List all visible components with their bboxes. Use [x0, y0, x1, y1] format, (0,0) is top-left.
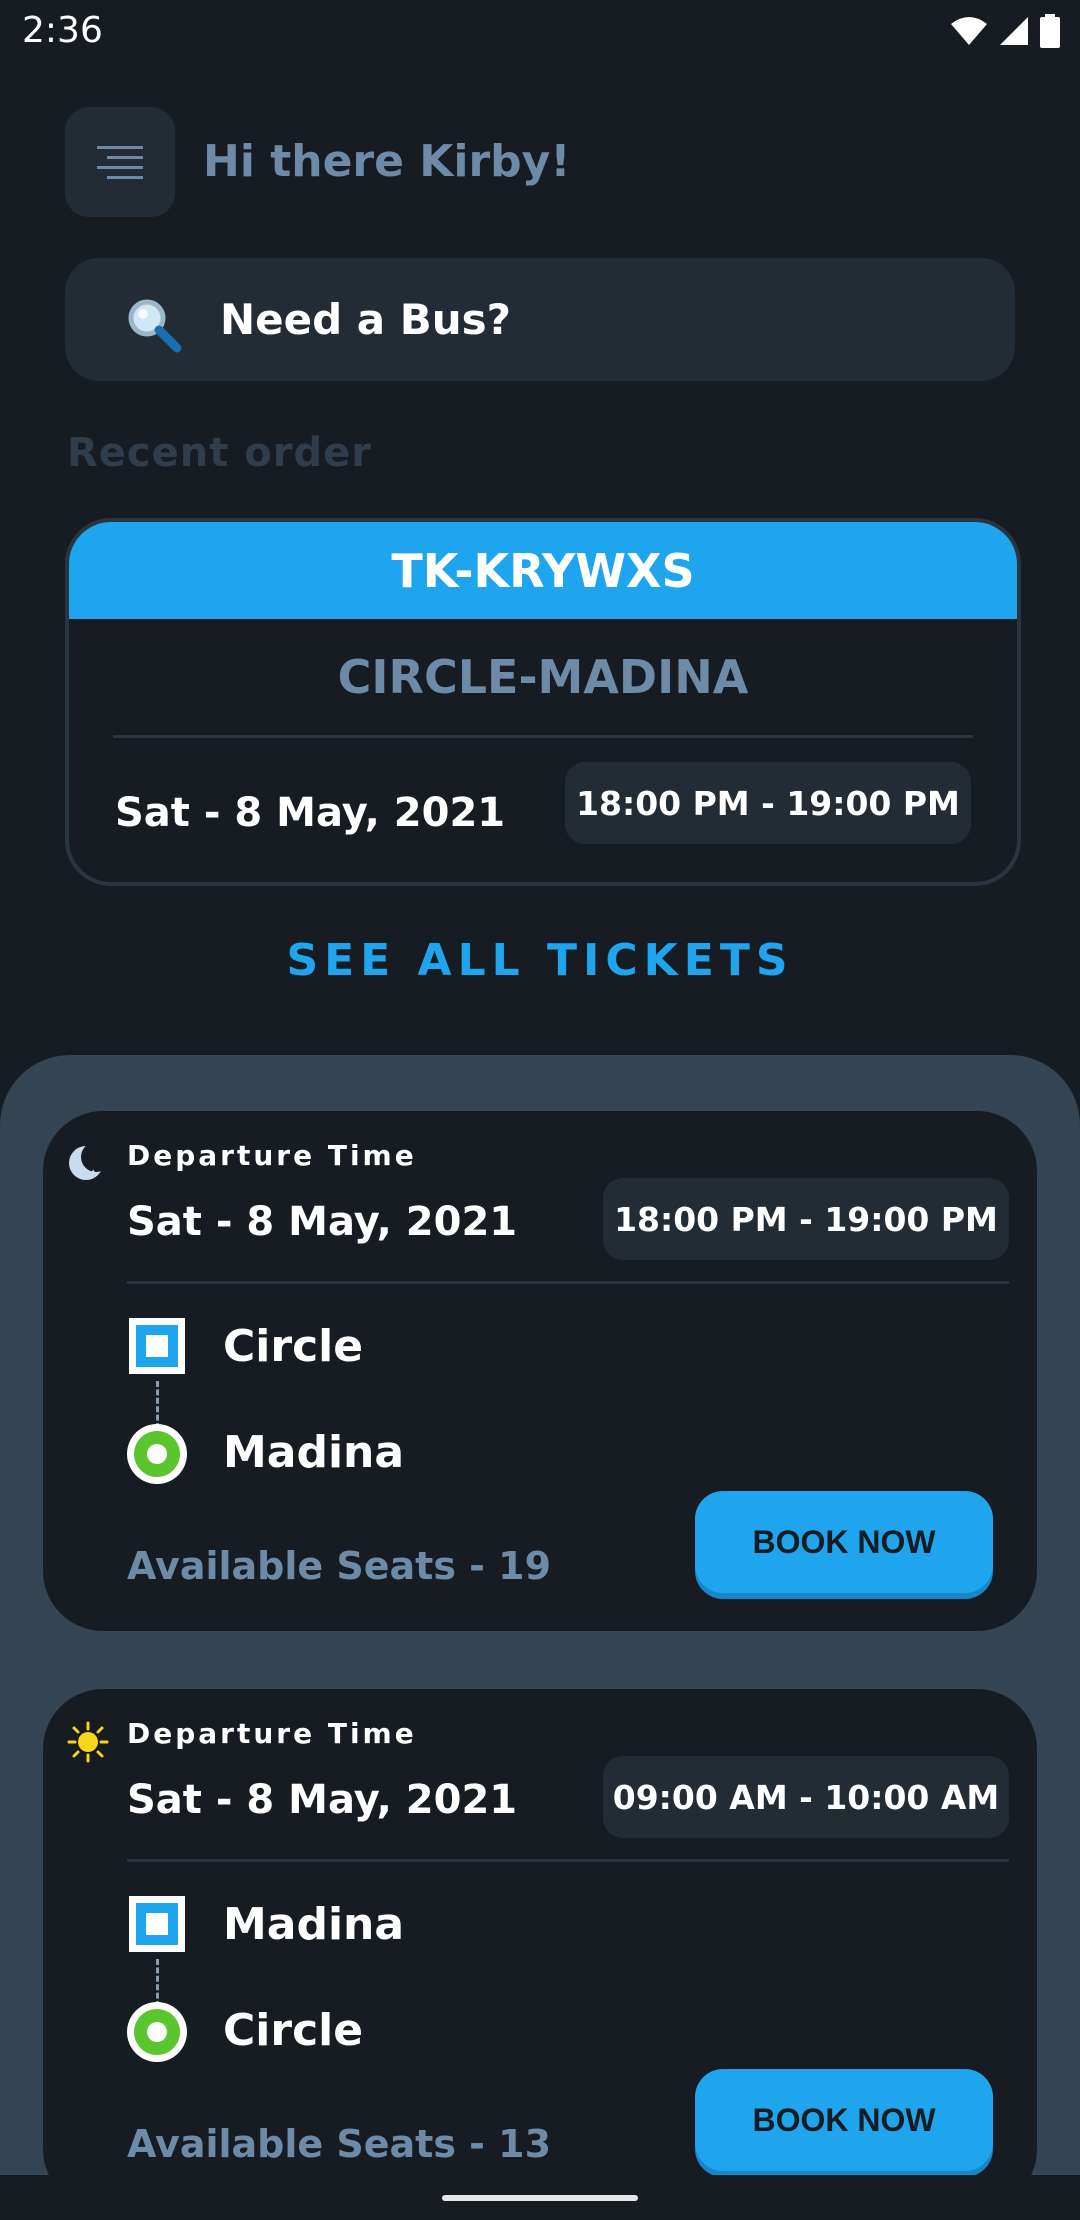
origin-stop-name: Circle	[223, 1321, 364, 1372]
divider	[127, 1281, 1009, 1284]
book-now-button[interactable]: BOOK NOW	[695, 1491, 993, 1593]
route-connector	[156, 1381, 159, 1429]
origin-stop-icon	[129, 1896, 185, 1952]
search-label: Need a Bus?	[220, 295, 512, 344]
ticket-header: TK-KRYWXS	[69, 522, 1017, 619]
departure-time-badge: 09:00 AM - 10:00 AM	[603, 1756, 1009, 1838]
trip-card[interactable]: ✦ Departure Time Sat - 8 May, 2021 18:00…	[43, 1111, 1037, 1631]
destination-stop-icon	[127, 1424, 187, 1484]
divider	[113, 735, 973, 738]
sun-icon	[67, 1721, 109, 1763]
origin-stop-icon	[129, 1318, 185, 1374]
navigation-bar	[0, 2175, 1080, 2220]
destination-stop-name: Madina	[223, 1427, 405, 1478]
menu-icon	[97, 146, 143, 179]
battery-icon	[1040, 14, 1060, 48]
available-seats: Available Seats - 19	[127, 1544, 552, 1588]
menu-button[interactable]	[65, 107, 175, 217]
departure-label: Departure Time	[127, 1139, 417, 1172]
status-time: 2:36	[22, 10, 103, 51]
departure-label: Departure Time	[127, 1717, 417, 1750]
available-seats: Available Seats - 13	[127, 2122, 552, 2166]
trip-card[interactable]: Departure Time Sat - 8 May, 2021 09:00 A…	[43, 1689, 1037, 2175]
svg-text:✦: ✦	[89, 1168, 97, 1179]
signal-icon	[1000, 17, 1028, 45]
ticket-code: TK-KRYWXS	[391, 543, 695, 598]
destination-stop-name: Circle	[223, 2005, 364, 2056]
ticket-date: Sat - 8 May, 2021	[115, 790, 506, 836]
status-bar: 2:36	[0, 0, 1080, 70]
home-gesture-handle[interactable]	[442, 2195, 638, 2201]
book-now-button[interactable]: BOOK NOW	[695, 2069, 993, 2171]
moon-icon: ✦	[69, 1143, 107, 1180]
destination-stop-icon	[127, 2002, 187, 2062]
recent-order-label: Recent order	[67, 430, 372, 476]
trips-sheet: ✦ Departure Time Sat - 8 May, 2021 18:00…	[0, 1055, 1080, 2175]
departure-date: Sat - 8 May, 2021	[127, 1777, 518, 1823]
recent-order-card[interactable]: TK-KRYWXS CIRCLE-MADINA Sat - 8 May, 202…	[65, 518, 1021, 886]
status-icons	[950, 14, 1060, 48]
departure-date: Sat - 8 May, 2021	[127, 1199, 518, 1245]
greeting-title: Hi there Kirby!	[203, 136, 571, 187]
route-connector	[156, 1959, 159, 2007]
departure-time-badge: 18:00 PM - 19:00 PM	[603, 1178, 1009, 1260]
see-all-tickets-link[interactable]: SEE ALL TICKETS	[0, 935, 1080, 986]
ticket-route: CIRCLE-MADINA	[337, 650, 749, 704]
origin-stop-name: Madina	[223, 1899, 405, 1950]
ticket-time-badge: 18:00 PM - 19:00 PM	[565, 762, 971, 844]
divider	[127, 1859, 1009, 1862]
wifi-icon	[951, 17, 987, 45]
search-bar[interactable]: Need a Bus?	[65, 258, 1015, 381]
search-icon	[128, 299, 182, 353]
